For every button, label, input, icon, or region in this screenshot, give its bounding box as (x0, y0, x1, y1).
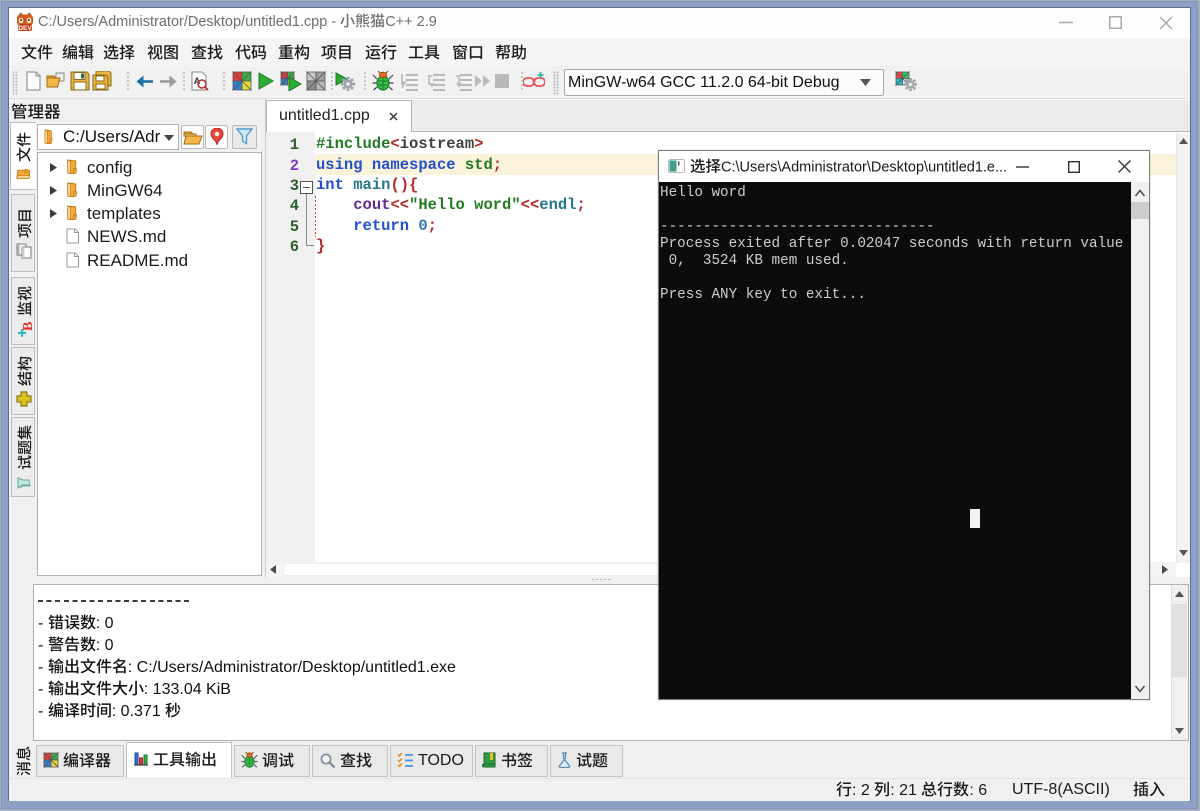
svg-text:B: B (21, 322, 33, 331)
svg-text:DEV: DEV (18, 25, 32, 32)
